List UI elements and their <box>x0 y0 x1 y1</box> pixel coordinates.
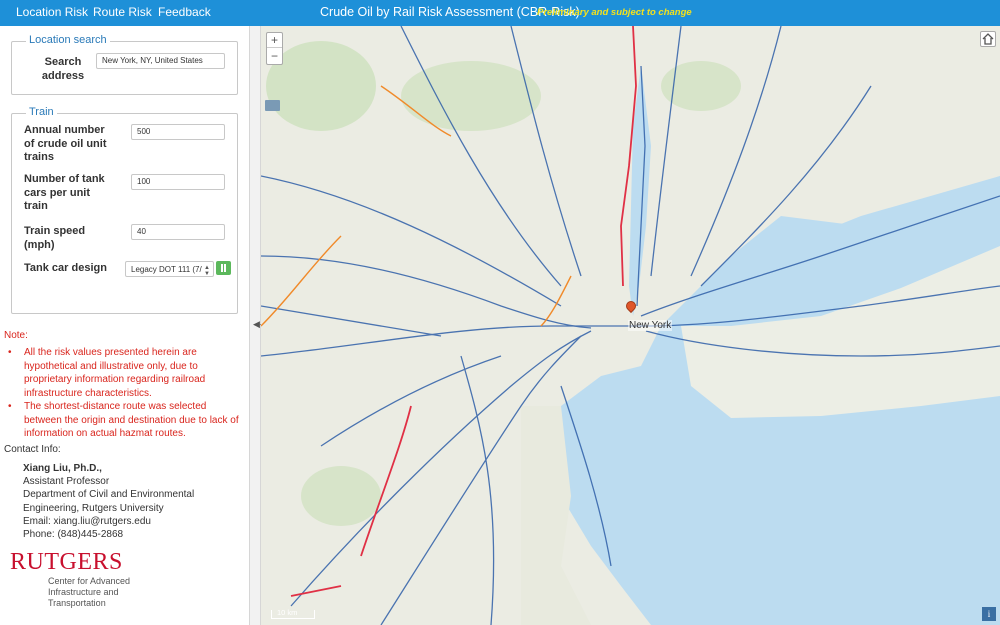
home-icon[interactable] <box>980 31 996 47</box>
map-city-label: New York <box>628 320 673 331</box>
search-address-input[interactable]: New York, NY, United States <box>96 53 225 69</box>
zoom-control: + − <box>266 32 283 65</box>
tank-cars-input[interactable]: 100 <box>131 174 225 190</box>
select-arrows-icon: ▲ ▼ <box>204 265 210 277</box>
location-search-legend: Location search <box>26 34 110 46</box>
info-icon[interactable]: i <box>982 607 996 621</box>
tank-design-select[interactable]: Legacy DOT 111 (7/ ▲ ▼ <box>125 261 214 277</box>
contact-email[interactable]: Email: xiang.liu@rutgers.edu <box>23 515 243 528</box>
annual-trains-label: Annual number of crude oil unit trains <box>24 124 107 163</box>
train-legend: Train <box>26 106 57 118</box>
top-bar: Location Risk Route Risk Feedback Crude … <box>0 0 1000 26</box>
note-item: The shortest-distance route was selected… <box>8 400 244 441</box>
tank-design-label: Tank car design <box>24 262 107 274</box>
nav-feedback[interactable]: Feedback <box>158 5 211 19</box>
contact-phone: Phone: (848)445-2868 <box>23 529 124 541</box>
annual-trains-input[interactable]: 500 <box>131 124 225 140</box>
zoom-out-icon[interactable]: − <box>267 49 282 64</box>
note-title: Note: <box>4 330 28 341</box>
contact-name: Xiang Liu, Ph.D., <box>23 463 102 474</box>
layers-icon[interactable] <box>265 100 280 111</box>
app-subtitle: Preliminary and subject to change <box>537 7 692 18</box>
contact-block: Xiang Liu, Ph.D., Assistant Professor De… <box>23 462 243 541</box>
note-item: All the risk values presented herein are… <box>8 346 244 400</box>
nav-route-risk[interactable]: Route Risk <box>93 5 152 19</box>
tank-design-value: Legacy DOT 111 (7/ <box>131 265 202 274</box>
tank-cars-label: Number of tank cars per unit train <box>24 173 105 212</box>
zoom-in-icon[interactable]: + <box>267 33 282 48</box>
nav-location-risk[interactable]: Location Risk <box>16 5 88 19</box>
scale-label: 10 km <box>277 608 298 617</box>
rutgers-logo-subtitle: Center for Advanced Infrastructure and T… <box>48 576 131 608</box>
rutgers-logo: RUTGERS <box>10 549 123 575</box>
speed-label: Train speed (mph) <box>24 225 86 251</box>
sidebar: Location search Search address New York,… <box>0 26 249 625</box>
contact-position: Assistant Professor <box>23 476 110 488</box>
bar-chart-button[interactable] <box>216 261 231 275</box>
map-view[interactable]: + − New York 10 km i <box>261 26 1000 625</box>
note-list: All the risk values presented herein are… <box>8 346 244 441</box>
speed-input[interactable]: 40 <box>131 224 225 240</box>
search-address-label: Search address <box>41 56 85 82</box>
contact-title: Contact Info: <box>4 444 61 455</box>
contact-department: Department of Civil and Environmental En… <box>23 489 195 514</box>
